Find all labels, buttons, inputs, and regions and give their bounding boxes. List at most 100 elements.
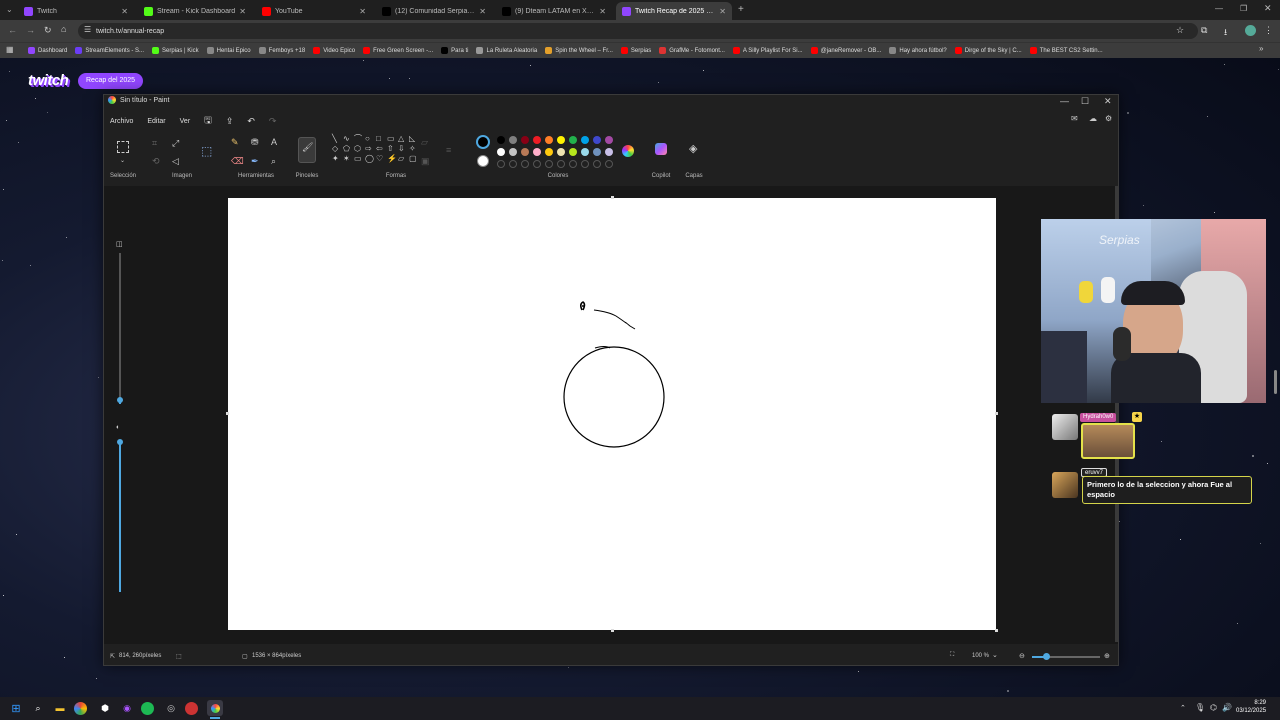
palette-color-swatch[interactable]: [569, 148, 577, 156]
menu-editar[interactable]: Editar: [147, 118, 165, 125]
shape-option-icon[interactable]: ⬡: [354, 144, 361, 154]
palette-color-swatch[interactable]: [497, 148, 505, 156]
secondary-color-swatch[interactable]: [477, 155, 489, 167]
bookmark-star-icon[interactable]: ☆: [1176, 25, 1184, 36]
magnifier-icon[interactable]: ⌕: [271, 156, 276, 166]
tray-expand-icon[interactable]: ⌃: [1180, 704, 1186, 712]
shape-option-icon[interactable]: ✶: [343, 154, 350, 164]
palette-color-swatch[interactable]: [593, 148, 601, 156]
windows-start-icon[interactable]: ⊞: [8, 700, 24, 716]
shape-option-icon[interactable]: △: [398, 134, 404, 144]
custom-color-slot[interactable]: [581, 160, 589, 168]
opacity-slider-thumb[interactable]: [117, 439, 123, 445]
shape-option-icon[interactable]: ▱: [398, 154, 404, 164]
shape-option-icon[interactable]: ○: [365, 134, 370, 144]
tab-search-icon[interactable]: ⌄: [6, 5, 13, 14]
text-tool-icon[interactable]: A: [271, 137, 277, 147]
paint-taskbar-icon[interactable]: [207, 700, 223, 716]
bookmark-item[interactable]: Femboys +18: [258, 47, 305, 54]
stroke-size-icon[interactable]: ≡: [446, 145, 451, 155]
redo-icon[interactable]: ↷: [269, 116, 277, 127]
back-icon[interactable]: ←: [8, 25, 17, 35]
opacity-slider-fill[interactable]: [119, 440, 121, 592]
flip-icon[interactable]: ◁: [172, 156, 179, 166]
home-icon[interactable]: ⌂: [61, 24, 66, 34]
chrome-icon[interactable]: [74, 702, 87, 715]
bookmark-item[interactable]: StreamElements - S...: [75, 47, 144, 54]
zoom-out-icon[interactable]: ⊖: [1019, 652, 1025, 660]
custom-color-slot[interactable]: [533, 160, 541, 168]
browser-tab[interactable]: Twitch Recap de 2025 - Twitch ✕: [616, 2, 732, 20]
browser-tab[interactable]: (9) Dteam LATAM en X: "Siento... ✕: [496, 2, 612, 20]
bookmark-item[interactable]: The BEST CS2 Settin...: [1029, 47, 1103, 54]
shape-option-icon[interactable]: ⇧: [387, 144, 394, 154]
resize-handle-bottom[interactable]: [611, 629, 614, 632]
close-tab-icon[interactable]: ✕: [599, 7, 606, 16]
bookmark-item[interactable]: @janeRemover - OB...: [810, 47, 881, 54]
twitch-logo[interactable]: twitch: [28, 72, 69, 89]
rotate-icon[interactable]: ⟲: [152, 156, 160, 166]
zoom-dropdown-icon[interactable]: ⌄: [992, 651, 998, 659]
spotify-icon[interactable]: [141, 702, 154, 715]
taskbar-search-icon[interactable]: ⌕: [30, 700, 46, 716]
palette-color-swatch[interactable]: [533, 136, 541, 144]
shape-option-icon[interactable]: ✧: [409, 144, 416, 154]
bookmark-item[interactable]: Spin the Wheel – Fr...: [545, 47, 613, 54]
close-tab-icon[interactable]: ✕: [121, 7, 128, 16]
network-icon[interactable]: ⌬: [1210, 703, 1217, 712]
account-icon[interactable]: ☁: [1089, 114, 1097, 123]
custom-color-slot[interactable]: [605, 160, 613, 168]
bookmark-item[interactable]: Video Epico: [313, 47, 355, 54]
drawing-canvas[interactable]: [228, 198, 996, 630]
copilot-icon[interactable]: [655, 143, 667, 155]
resize-icon[interactable]: ⤢: [172, 138, 179, 148]
settings-gear-icon[interactable]: ⚙: [1105, 114, 1112, 123]
palette-color-swatch[interactable]: [569, 136, 577, 144]
size-slider-track[interactable]: [119, 253, 121, 398]
close-window-icon[interactable]: ✕: [1264, 3, 1272, 14]
reload-icon[interactable]: ↻: [44, 25, 52, 36]
fill-bucket-icon[interactable]: ⛃: [251, 137, 259, 147]
shape-fill-icon[interactable]: ▣: [421, 156, 430, 166]
palette-color-swatch[interactable]: [581, 148, 589, 156]
resize-handle-top[interactable]: [611, 196, 614, 199]
bookmark-item[interactable]: Para ti: [441, 47, 468, 54]
minimize-window-icon[interactable]: —: [1215, 4, 1223, 13]
browser-tab[interactable]: (12) Comunidad Serpias / X ✕: [376, 2, 492, 20]
more-bookmarks-icon[interactable]: »: [1259, 44, 1263, 53]
browser-menu-icon[interactable]: ⋮: [1264, 25, 1273, 36]
fit-to-window-icon[interactable]: ⛶: [950, 652, 954, 659]
palette-color-swatch[interactable]: [605, 148, 613, 156]
custom-color-slot[interactable]: [521, 160, 529, 168]
shape-option-icon[interactable]: ▢: [409, 154, 417, 164]
palette-color-swatch[interactable]: [557, 136, 565, 144]
recap-badge[interactable]: Recap del 2025: [78, 73, 144, 89]
resize-handle-right[interactable]: [995, 412, 998, 415]
apps-icon[interactable]: ▦: [6, 45, 14, 54]
app-icon-red[interactable]: [185, 702, 198, 715]
close-tab-icon[interactable]: ✕: [239, 7, 246, 16]
custom-color-slot[interactable]: [545, 160, 553, 168]
bookmark-item[interactable]: La Ruleta Aleatoria: [476, 47, 537, 54]
bookmark-item[interactable]: Serpias: [620, 47, 651, 54]
palette-color-swatch[interactable]: [509, 148, 517, 156]
paint-minimize-icon[interactable]: —: [1060, 96, 1069, 106]
shape-option-icon[interactable]: ⬠: [343, 144, 350, 154]
crop-icon[interactable]: ⌗: [152, 138, 157, 148]
shape-option-icon[interactable]: ♡: [376, 154, 383, 164]
forward-icon[interactable]: →: [26, 25, 35, 35]
maximize-window-icon[interactable]: ❐: [1240, 4, 1247, 13]
zoom-in-icon[interactable]: ⊕: [1104, 652, 1110, 660]
custom-color-slot[interactable]: [509, 160, 517, 168]
palette-color-swatch[interactable]: [521, 136, 529, 144]
file-explorer-icon[interactable]: ▬: [52, 700, 68, 716]
discord-icon[interactable]: ◉: [119, 700, 135, 716]
save-icon[interactable]: 🖫: [204, 113, 212, 129]
shape-option-icon[interactable]: ◺: [409, 134, 415, 144]
zoom-slider-thumb[interactable]: [1043, 653, 1050, 660]
palette-color-swatch[interactable]: [545, 136, 553, 144]
palette-color-swatch[interactable]: [545, 148, 553, 156]
shape-option-icon[interactable]: ▭: [387, 134, 395, 144]
extensions-icon[interactable]: ⧉: [1201, 25, 1207, 36]
undo-icon[interactable]: ↶: [247, 116, 255, 127]
